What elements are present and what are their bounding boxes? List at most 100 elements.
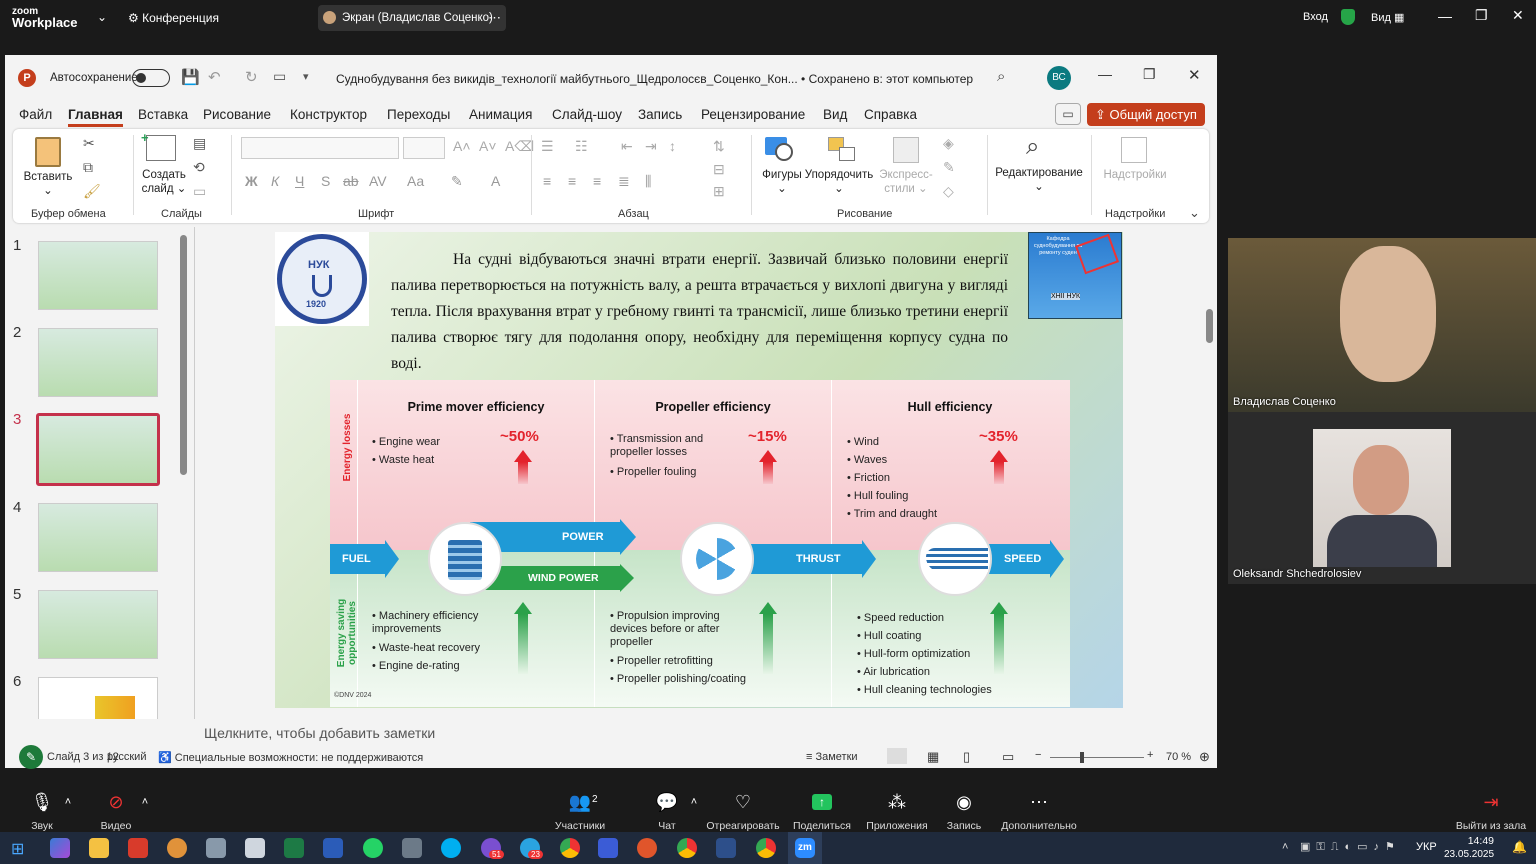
case-icon[interactable]: Aa [407, 173, 424, 189]
paste-button[interactable]: Вставить ⌄ [23, 171, 73, 197]
slide-scrollbar[interactable] [1204, 227, 1217, 719]
whatsapp-icon[interactable] [363, 838, 383, 858]
calculator-icon[interactable] [245, 838, 265, 858]
zoom-level[interactable]: 70 % [1166, 751, 1191, 763]
tab-design[interactable]: Конструктор [290, 107, 367, 122]
conference-menu[interactable]: ⚙ Конференция [128, 11, 219, 25]
font-name-select[interactable] [241, 137, 399, 159]
zoom-slider[interactable] [1050, 752, 1144, 763]
leave-icon[interactable]: ⇥ [1471, 792, 1511, 813]
app-icon[interactable] [598, 838, 618, 858]
line-spacing-icon[interactable]: ↕ [669, 138, 676, 154]
notes-pane[interactable]: Щелкните, чтобы добавить заметки [5, 719, 1217, 747]
align-center-icon[interactable]: ≡ [568, 173, 576, 189]
accessibility-status[interactable]: ♿ Специальные возможности: не поддержива… [158, 751, 423, 764]
new-slide-button[interactable]: Создать слайд ⌄ [138, 169, 190, 195]
screen-share-chip[interactable]: Экран (Владислав Соценко) ⋯ [318, 5, 506, 31]
restore-icon[interactable]: ❐ [1475, 7, 1488, 24]
more-icon[interactable]: ⋯ [488, 10, 501, 26]
new-slide-icon[interactable]: + [141, 130, 176, 161]
section-icon[interactable]: ▭ [193, 183, 206, 200]
copy-icon[interactable]: ⧉ [83, 159, 93, 176]
video-button[interactable]: Видео [71, 820, 161, 832]
record-icon[interactable]: ◉ [944, 792, 984, 813]
addins-icon[interactable] [1121, 137, 1147, 163]
apps-icon[interactable]: ⁂ [877, 792, 917, 813]
chrome-icon[interactable] [756, 838, 776, 858]
notifications-icon[interactable]: 🔔 [1512, 840, 1527, 854]
slide-thumbnail-4[interactable] [38, 503, 158, 572]
text-direction-icon[interactable]: ⇅ [713, 138, 725, 155]
clear-format-icon[interactable]: A⌫ [505, 138, 534, 155]
language-status[interactable]: русский [107, 751, 146, 763]
reading-view-icon[interactable]: ▯ [963, 749, 970, 765]
zoom-out-icon[interactable]: − [1035, 749, 1041, 761]
underline-icon[interactable]: Ч [295, 173, 304, 189]
language-indicator[interactable]: УКР [1416, 841, 1437, 853]
copilot-icon[interactable] [50, 838, 70, 858]
format-painter-icon[interactable]: 🖌 [83, 183, 101, 200]
save-icon[interactable]: 💾 [181, 68, 200, 86]
chevron-up-icon[interactable]: ˄ [674, 796, 714, 808]
autosave-toggle[interactable] [132, 69, 170, 87]
tab-record[interactable]: Запись [638, 107, 682, 122]
zoom-in-icon[interactable]: + [1147, 749, 1153, 761]
more-icon[interactable]: ⋯ [1019, 792, 1059, 813]
close-icon[interactable]: ✕ [1188, 66, 1201, 84]
bullets-icon[interactable]: ☰ [541, 138, 554, 155]
tab-insert[interactable]: Вставка [138, 107, 188, 122]
leave-button[interactable]: Выйти из зала [1446, 820, 1536, 832]
file-explorer-icon[interactable] [89, 838, 109, 858]
tab-help[interactable]: Справка [864, 107, 917, 122]
video-tile-1[interactable]: Владислав Соценко [1228, 238, 1536, 412]
fit-slide-icon[interactable]: ⊕ [1199, 749, 1210, 765]
spacing-icon[interactable]: AV [369, 173, 387, 189]
customize-icon[interactable]: ▾ [303, 70, 309, 83]
tab-animations[interactable]: Анимация [469, 107, 532, 122]
indent-increase-icon[interactable]: ⇥ [645, 138, 657, 155]
tab-view[interactable]: Вид [823, 107, 847, 122]
effects-icon[interactable]: ◇ [943, 183, 954, 200]
present-icon[interactable]: ▭ [273, 68, 286, 85]
strikethrough-icon[interactable]: ab [343, 173, 359, 189]
chrome-icon[interactable] [677, 838, 697, 858]
quick-styles-button[interactable]: Экспресс-стили ⌄ [875, 169, 937, 195]
shadow-icon[interactable]: S [321, 173, 330, 189]
highlight-icon[interactable]: ✎ [451, 173, 463, 190]
tray-chevron-icon[interactable]: ˄ [1282, 841, 1288, 853]
sorter-view-icon[interactable]: ▦ [927, 749, 939, 765]
justify-icon[interactable]: ≣ [618, 173, 630, 190]
app-icon[interactable] [637, 838, 657, 858]
cut-icon[interactable]: ✂ [83, 135, 95, 152]
tray-icons[interactable]: ▣⚿⎍◐▭♪⚑ [1300, 840, 1401, 854]
windows-start-icon[interactable]: ⊞ [11, 839, 24, 859]
collapse-ribbon-icon[interactable]: ⌄ [1189, 205, 1200, 221]
tab-draw[interactable]: Рисование [203, 107, 271, 122]
reset-icon[interactable]: ⟲ [193, 159, 205, 176]
align-left-icon[interactable]: ≡ [543, 173, 551, 189]
undo-icon[interactable]: ↶ [208, 68, 221, 86]
chevron-up-icon[interactable]: ˄ [125, 796, 165, 808]
pen-icon[interactable]: ✎ [19, 745, 43, 769]
zoom-taskbar-item[interactable]: zm [788, 832, 822, 864]
search-icon[interactable]: ⌕ [1026, 133, 1039, 161]
outline-icon[interactable]: ✎ [943, 159, 955, 176]
numbering-icon[interactable]: ☷ [575, 138, 588, 155]
tab-home[interactable]: Главная [68, 107, 123, 127]
minimize-icon[interactable]: — [1098, 66, 1112, 82]
slideshow-view-icon[interactable]: ▭ [1002, 749, 1014, 765]
align-right-icon[interactable]: ≡ [593, 173, 601, 189]
align-text-icon[interactable]: ⊟ [713, 161, 725, 178]
editing-button[interactable]: Редактирование ⌄ [989, 167, 1089, 193]
clock-date[interactable]: 23.05.2025 [1444, 849, 1494, 860]
login-button[interactable]: Вход [1303, 11, 1328, 23]
shrink-font-icon[interactable]: A˅ [479, 138, 497, 154]
columns-icon[interactable]: ⫼ [645, 173, 651, 190]
minimize-icon[interactable]: — [1438, 8, 1452, 24]
font-color-icon[interactable]: A [491, 173, 500, 189]
paste-icon[interactable] [35, 137, 61, 167]
slide-canvas[interactable]: НУК 1920 На судні відбуваються значні вт… [275, 232, 1123, 708]
tab-review[interactable]: Рецензирование [701, 107, 805, 122]
bold-icon[interactable]: Ж [245, 173, 258, 189]
layout-icon[interactable]: ▤ [193, 135, 206, 152]
